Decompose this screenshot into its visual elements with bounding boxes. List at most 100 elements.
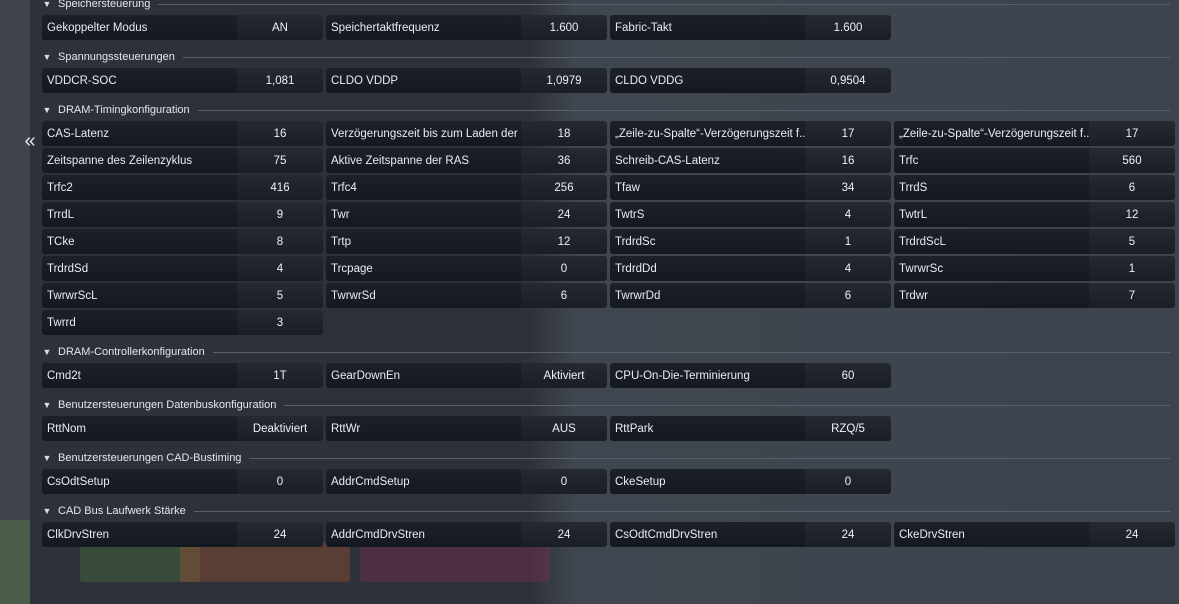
setting-value[interactable]: Deaktiviert <box>237 416 323 441</box>
setting-value[interactable]: 1 <box>1089 256 1175 281</box>
setting-value[interactable]: 1 <box>805 229 891 254</box>
setting-value[interactable]: 0 <box>237 469 323 494</box>
setting-trfc4[interactable]: Trfc4 256 <box>326 175 607 200</box>
setting-trdrdscl[interactable]: TrdrdScL 5 <box>894 229 1175 254</box>
setting-zeile-zu-spalte-verzoegerungszeit-f[interactable]: „Zeile-zu-Spalte“-Verzögerungszeit f... 1… <box>610 121 891 146</box>
setting-trtp[interactable]: Trtp 12 <box>326 229 607 254</box>
setting-value[interactable]: 5 <box>1089 229 1175 254</box>
setting-trdrddd[interactable]: TrdrdDd 4 <box>610 256 891 281</box>
setting-value[interactable]: Aktiviert <box>521 363 607 388</box>
setting-csodtsetup[interactable]: CsOdtSetup 0 <box>42 469 323 494</box>
setting-value[interactable]: 256 <box>521 175 607 200</box>
setting-zeitspanne-des-zeilenzyklus[interactable]: Zeitspanne des Zeilenzyklus 75 <box>42 148 323 173</box>
chevron-down-icon[interactable]: ▼ <box>42 52 52 62</box>
setting-value[interactable]: 0,9504 <box>805 68 891 93</box>
setting-verzoegerungszeit-bis-zum-laden-der[interactable]: Verzögerungszeit bis zum Laden der ... 18 <box>326 121 607 146</box>
setting-trdrdsd[interactable]: TrdrdSd 4 <box>42 256 323 281</box>
setting-value[interactable]: 4 <box>237 256 323 281</box>
collapse-panel-icon[interactable]: « <box>22 130 38 152</box>
setting-value[interactable]: 4 <box>805 256 891 281</box>
setting-zeile-zu-spalte-verzoegerungszeit-f[interactable]: „Zeile-zu-Spalte“-Verzögerungszeit f... 1… <box>894 121 1175 146</box>
setting-fabric-takt[interactable]: Fabric-Takt 1.600 <box>610 15 891 40</box>
setting-twrrd[interactable]: Twrrd 3 <box>42 310 323 335</box>
section-header-cad-bus-laufwerk-staerke[interactable]: ▼ CAD Bus Laufwerk Stärke <box>42 504 1170 518</box>
setting-rttwr[interactable]: RttWr AUS <box>326 416 607 441</box>
setting-value[interactable]: 1,081 <box>237 68 323 93</box>
setting-value[interactable]: RZQ/5 <box>805 416 891 441</box>
setting-trrdl[interactable]: TrrdL 9 <box>42 202 323 227</box>
setting-value[interactable]: 8 <box>237 229 323 254</box>
setting-value[interactable]: AUS <box>521 416 607 441</box>
setting-value[interactable]: 12 <box>521 229 607 254</box>
setting-cldo-vddp[interactable]: CLDO VDDP 1,0979 <box>326 68 607 93</box>
setting-value[interactable]: 416 <box>237 175 323 200</box>
setting-value[interactable]: 9 <box>237 202 323 227</box>
section-header-benutzersteuerungen-datenbuskonfiguration[interactable]: ▼ Benutzersteuerungen Datenbuskonfigurati… <box>42 398 1170 412</box>
setting-value[interactable]: 16 <box>237 121 323 146</box>
setting-rttpark[interactable]: RttPark RZQ/5 <box>610 416 891 441</box>
setting-value[interactable]: 1.600 <box>805 15 891 40</box>
setting-value[interactable]: 0 <box>521 256 607 281</box>
setting-value[interactable]: 17 <box>805 121 891 146</box>
setting-value[interactable]: AN <box>237 15 323 40</box>
setting-trfc2[interactable]: Trfc2 416 <box>42 175 323 200</box>
setting-value[interactable]: 60 <box>805 363 891 388</box>
setting-value[interactable]: 7 <box>1089 283 1175 308</box>
setting-twrwrscl[interactable]: TwrwrScL 5 <box>42 283 323 308</box>
chevron-down-icon[interactable]: ▼ <box>42 0 52 9</box>
setting-value[interactable]: 6 <box>805 283 891 308</box>
chevron-down-icon[interactable]: ▼ <box>42 347 52 357</box>
setting-value[interactable]: 5 <box>237 283 323 308</box>
setting-trrds[interactable]: TrrdS 6 <box>894 175 1175 200</box>
setting-value[interactable]: 1.600 <box>521 15 607 40</box>
setting-value[interactable]: 12 <box>1089 202 1175 227</box>
setting-value[interactable]: 4 <box>805 202 891 227</box>
setting-value[interactable]: 24 <box>521 522 607 547</box>
chevron-down-icon[interactable]: ▼ <box>42 105 52 115</box>
setting-value[interactable]: 560 <box>1089 148 1175 173</box>
setting-value[interactable]: 24 <box>1089 522 1175 547</box>
setting-addrcmddrvstren[interactable]: AddrCmdDrvStren 24 <box>326 522 607 547</box>
setting-value[interactable]: 75 <box>237 148 323 173</box>
setting-ckedrvstren[interactable]: CkeDrvStren 24 <box>894 522 1175 547</box>
setting-tcke[interactable]: TCke 8 <box>42 229 323 254</box>
section-header-speichersteuerung[interactable]: ▼ Speichersteuerung <box>42 0 1170 11</box>
setting-value[interactable]: 34 <box>805 175 891 200</box>
setting-trcpage[interactable]: Trcpage 0 <box>326 256 607 281</box>
setting-rttnom[interactable]: RttNom Deaktiviert <box>42 416 323 441</box>
chevron-down-icon[interactable]: ▼ <box>42 506 52 516</box>
section-header-dram-controllerkonfiguration[interactable]: ▼ DRAM-Controllerkonfiguration <box>42 345 1170 359</box>
setting-trdrdsc[interactable]: TrdrdSc 1 <box>610 229 891 254</box>
setting-cas-latenz[interactable]: CAS-Latenz 16 <box>42 121 323 146</box>
setting-value[interactable]: 24 <box>805 522 891 547</box>
setting-trdwr[interactable]: Trdwr 7 <box>894 283 1175 308</box>
setting-value[interactable]: 16 <box>805 148 891 173</box>
setting-value[interactable]: 1,0979 <box>521 68 607 93</box>
section-header-benutzersteuerungen-cad-bustiming[interactable]: ▼ Benutzersteuerungen CAD-Bustiming <box>42 451 1170 465</box>
setting-clkdrvstren[interactable]: ClkDrvStren 24 <box>42 522 323 547</box>
chevron-down-icon[interactable]: ▼ <box>42 453 52 463</box>
setting-schreib-cas-latenz[interactable]: Schreib-CAS-Latenz 16 <box>610 148 891 173</box>
setting-twr[interactable]: Twr 24 <box>326 202 607 227</box>
setting-twrwrdd[interactable]: TwrwrDd 6 <box>610 283 891 308</box>
setting-twrwrsd[interactable]: TwrwrSd 6 <box>326 283 607 308</box>
chevron-down-icon[interactable]: ▼ <box>42 400 52 410</box>
setting-value[interactable]: 36 <box>521 148 607 173</box>
setting-twrwrsc[interactable]: TwrwrSc 1 <box>894 256 1175 281</box>
section-header-spannungssteuerungen[interactable]: ▼ Spannungssteuerungen <box>42 50 1170 64</box>
setting-value[interactable]: 24 <box>237 522 323 547</box>
setting-aktive-zeitspanne-der-ras[interactable]: Aktive Zeitspanne der RAS 36 <box>326 148 607 173</box>
setting-gekoppelter-modus[interactable]: Gekoppelter Modus AN <box>42 15 323 40</box>
setting-value[interactable]: 17 <box>1089 121 1175 146</box>
setting-twtrs[interactable]: TwtrS 4 <box>610 202 891 227</box>
setting-value[interactable]: 3 <box>237 310 323 335</box>
setting-trfc[interactable]: Trfc 560 <box>894 148 1175 173</box>
section-header-dram-timingkonfiguration[interactable]: ▼ DRAM-Timingkonfiguration <box>42 103 1170 117</box>
setting-vddcr-soc[interactable]: VDDCR-SOC 1,081 <box>42 68 323 93</box>
setting-speichertaktfrequenz[interactable]: Speichertaktfrequenz 1.600 <box>326 15 607 40</box>
setting-value[interactable]: 24 <box>521 202 607 227</box>
setting-value[interactable]: 1T <box>237 363 323 388</box>
setting-value[interactable]: 6 <box>1089 175 1175 200</box>
setting-value[interactable]: 0 <box>805 469 891 494</box>
setting-ckesetup[interactable]: CkeSetup 0 <box>610 469 891 494</box>
